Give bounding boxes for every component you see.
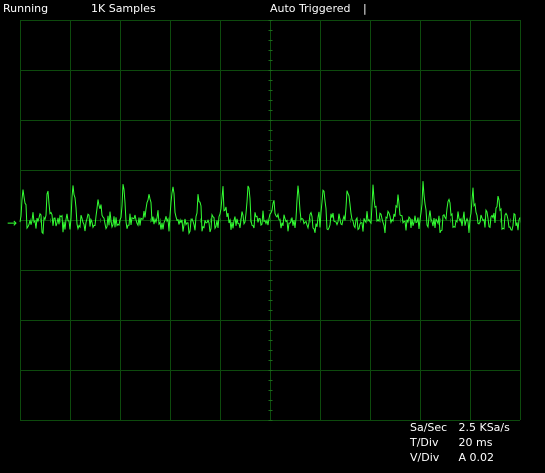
trigger-cursor-marker: | (363, 2, 367, 15)
time-per-division-label: T/Div (410, 436, 439, 449)
scope-display: → (7, 20, 521, 421)
channel-a-ground-marker: → (7, 216, 17, 230)
sample-rate-readout: Sa/Sec 2.5 KSa/s (410, 421, 510, 435)
volts-per-division-label: V/Div (410, 451, 440, 464)
time-per-division-value: 20 ms (458, 436, 493, 449)
sample-rate-value: 2.5 KSa/s (458, 421, 510, 434)
run-state-status: Running (3, 2, 49, 15)
time-per-division-readout: T/Div 20 ms (410, 436, 492, 450)
sample-rate-label: Sa/Sec (410, 421, 448, 434)
trigger-mode-status: Auto Triggered (270, 2, 351, 15)
volts-per-division-value: A 0.02 (458, 451, 495, 464)
sample-count-status: 1K Samples (91, 2, 156, 15)
volts-per-division-readout: V/Div A 0.02 (410, 451, 494, 465)
